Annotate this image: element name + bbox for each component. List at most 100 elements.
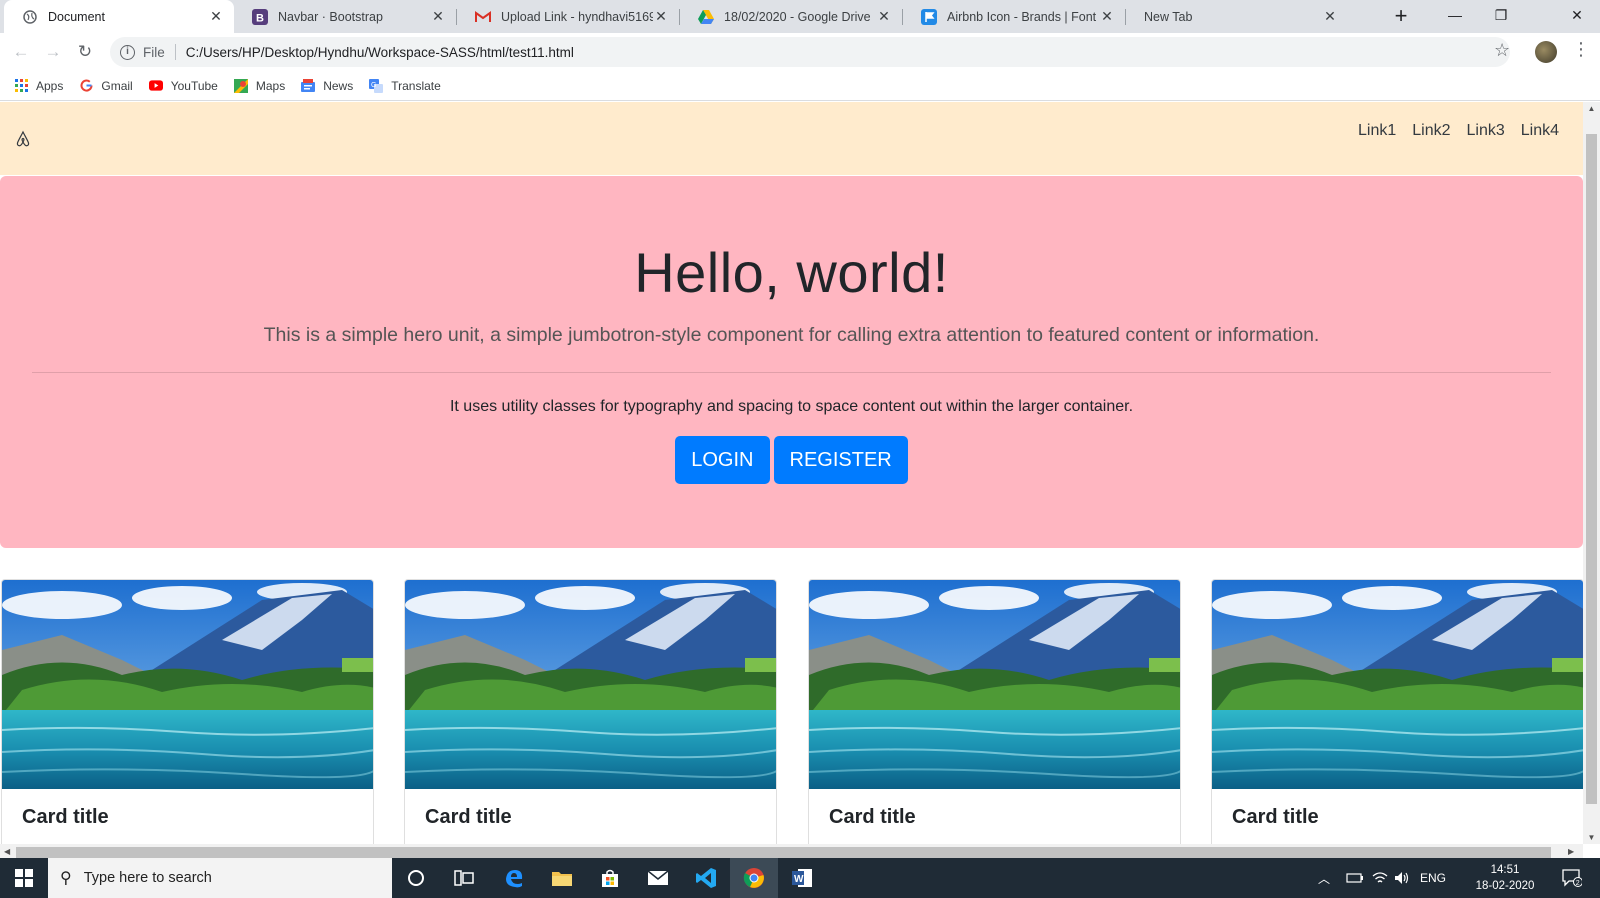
register-button[interactable]: REGISTER bbox=[773, 436, 908, 484]
scroll-thumb[interactable] bbox=[16, 847, 1551, 858]
mail-icon[interactable] bbox=[634, 858, 682, 898]
nav-link-2[interactable]: Link2 bbox=[1412, 122, 1450, 140]
chrome-icon[interactable] bbox=[730, 858, 778, 898]
menu-kebab-icon[interactable]: ⋮ bbox=[1572, 39, 1590, 60]
bookmark-gmail[interactable]: Gmail bbox=[79, 79, 133, 93]
taskbar-search[interactable]: ⚲ Type here to search bbox=[48, 858, 392, 898]
language-indicator[interactable]: ENG bbox=[1420, 858, 1446, 898]
svg-text:G: G bbox=[371, 82, 376, 89]
scroll-down-arrow[interactable]: ▼ bbox=[1583, 833, 1600, 842]
scroll-thumb[interactable] bbox=[1586, 134, 1597, 804]
address-bar[interactable]: i File C:/Users/HP/Desktop/Hyndhu/Worksp… bbox=[110, 37, 1510, 67]
tab-google-drive[interactable]: 18/02/2020 - Google Drive ✕ bbox=[680, 0, 902, 33]
tab-title: Navbar · Bootstrap bbox=[278, 9, 383, 24]
bootstrap-icon: B bbox=[252, 8, 268, 25]
bookmark-label: Translate bbox=[391, 78, 441, 93]
bookmark-youtube[interactable]: YouTube bbox=[148, 78, 218, 93]
forward-button[interactable]: → bbox=[40, 39, 66, 65]
url-text[interactable]: C:/Users/HP/Desktop/Hyndhu/Workspace-SAS… bbox=[186, 45, 574, 60]
edge-icon[interactable] bbox=[490, 858, 538, 898]
close-window-button[interactable]: ✕ bbox=[1554, 0, 1600, 30]
card-title: Card title bbox=[425, 806, 512, 828]
bookmark-label: YouTube bbox=[170, 78, 218, 93]
scroll-left-arrow[interactable]: ◀ bbox=[4, 847, 10, 856]
wifi-icon[interactable] bbox=[1372, 858, 1388, 898]
hero-text: It uses utility classes for typography a… bbox=[449, 398, 1134, 415]
card: Card title bbox=[1211, 579, 1583, 844]
divider bbox=[32, 372, 1551, 373]
svg-text:W: W bbox=[794, 874, 804, 885]
file-explorer-icon[interactable] bbox=[538, 858, 586, 898]
close-tab-icon[interactable]: ✕ bbox=[876, 8, 892, 25]
minimize-button[interactable]: — bbox=[1432, 0, 1478, 30]
nav-link-3[interactable]: Link3 bbox=[1467, 122, 1505, 140]
bookmark-star-icon[interactable]: ☆ bbox=[1494, 40, 1510, 61]
tab-font-awesome[interactable]: Airbnb Icon - Brands | Font Aw ✕ bbox=[903, 0, 1125, 33]
scroll-right-arrow[interactable]: ▶ bbox=[1568, 847, 1574, 856]
vertical-scrollbar[interactable]: ▲ ▼ bbox=[1583, 102, 1600, 844]
close-tab-icon[interactable]: ✕ bbox=[430, 8, 446, 25]
close-tab-icon[interactable]: ✕ bbox=[208, 8, 224, 25]
nav-link-4[interactable]: Link4 bbox=[1521, 122, 1559, 140]
site-navbar: Link1 Link2 Link3 Link4 bbox=[0, 102, 1583, 175]
vscode-icon[interactable] bbox=[682, 858, 730, 898]
page-viewport: Link1 Link2 Link3 Link4 Hello, world! Th… bbox=[0, 102, 1583, 844]
nav-links: Link1 Link2 Link3 Link4 bbox=[1342, 122, 1559, 140]
drive-icon bbox=[698, 9, 714, 25]
tab-title: Airbnb Icon - Brands | Font Aw bbox=[947, 9, 1099, 24]
cortana-icon[interactable] bbox=[392, 858, 440, 898]
word-icon[interactable]: W bbox=[778, 858, 826, 898]
tab-title: Upload Link - hyndhavi5169@ bbox=[501, 9, 653, 24]
news-icon bbox=[301, 79, 316, 93]
back-button[interactable]: ← bbox=[8, 39, 34, 65]
apps-grid-icon bbox=[14, 79, 28, 93]
tab-strip: Document ✕ B Navbar · Bootstrap ✕ Upload… bbox=[0, 0, 1600, 33]
bookmark-news[interactable]: News bbox=[301, 79, 353, 93]
store-icon[interactable] bbox=[586, 858, 634, 898]
search-placeholder: Type here to search bbox=[83, 870, 212, 886]
hero-lead: This is a simple hero unit, a simple jum… bbox=[263, 324, 1320, 346]
close-tab-icon[interactable]: ✕ bbox=[653, 8, 669, 25]
show-hidden-icons[interactable]: ︿ bbox=[1318, 858, 1330, 898]
notification-center-icon[interactable]: 2 bbox=[1552, 858, 1592, 898]
airbnb-icon[interactable] bbox=[14, 130, 32, 148]
card-title: Card title bbox=[1232, 806, 1319, 828]
clock-time: 14:51 bbox=[1490, 864, 1520, 876]
tab-new-tab[interactable]: New Tab ✕ bbox=[1126, 0, 1348, 33]
bookmark-label: Maps bbox=[255, 78, 286, 93]
new-tab-button[interactable]: + bbox=[1388, 3, 1414, 29]
card-title: Card title bbox=[22, 806, 109, 828]
svg-text:B: B bbox=[256, 12, 264, 24]
jumbotron: Hello, world! This is a simple hero unit… bbox=[0, 176, 1583, 548]
windows-start-icon[interactable] bbox=[0, 858, 48, 898]
translate-icon: G bbox=[369, 78, 384, 93]
login-button[interactable]: LOGIN bbox=[675, 436, 770, 484]
restore-button[interactable]: ❐ bbox=[1478, 0, 1524, 30]
tab-title: Document bbox=[48, 9, 105, 24]
tab-navbar-bootstrap[interactable]: B Navbar · Bootstrap ✕ bbox=[234, 0, 456, 33]
volume-icon[interactable] bbox=[1394, 858, 1410, 898]
card-image bbox=[1212, 580, 1583, 789]
card-image bbox=[809, 580, 1180, 789]
bookmark-maps[interactable]: Maps bbox=[233, 78, 286, 93]
nav-link-1[interactable]: Link1 bbox=[1358, 122, 1396, 140]
tab-gmail[interactable]: Upload Link - hyndhavi5169@ ✕ bbox=[457, 0, 679, 33]
card: Card title bbox=[1, 579, 374, 844]
close-tab-icon[interactable]: ✕ bbox=[1099, 8, 1115, 25]
bookmark-translate[interactable]: G Translate bbox=[369, 78, 441, 93]
scroll-up-arrow[interactable]: ▲ bbox=[1583, 104, 1600, 113]
youtube-icon bbox=[148, 79, 163, 93]
info-icon[interactable]: i bbox=[120, 44, 135, 60]
gmail-icon bbox=[475, 9, 491, 25]
tab-document[interactable]: Document ✕ bbox=[4, 0, 234, 33]
taskbar-clock[interactable]: 14:51 18-02-2020 bbox=[1472, 862, 1538, 894]
task-view-icon[interactable] bbox=[440, 858, 488, 898]
scheme-label: File bbox=[143, 44, 165, 60]
battery-icon[interactable] bbox=[1346, 858, 1364, 898]
bookmark-apps[interactable]: Apps bbox=[14, 79, 63, 93]
profile-avatar[interactable] bbox=[1535, 41, 1557, 63]
search-icon: ⚲ bbox=[60, 870, 72, 887]
close-tab-icon[interactable]: ✕ bbox=[1322, 8, 1338, 25]
browser-toolbar: ← → ↻ i File C:/Users/HP/Desktop/Hyndhu/… bbox=[0, 33, 1600, 71]
reload-button[interactable]: ↻ bbox=[72, 39, 98, 65]
